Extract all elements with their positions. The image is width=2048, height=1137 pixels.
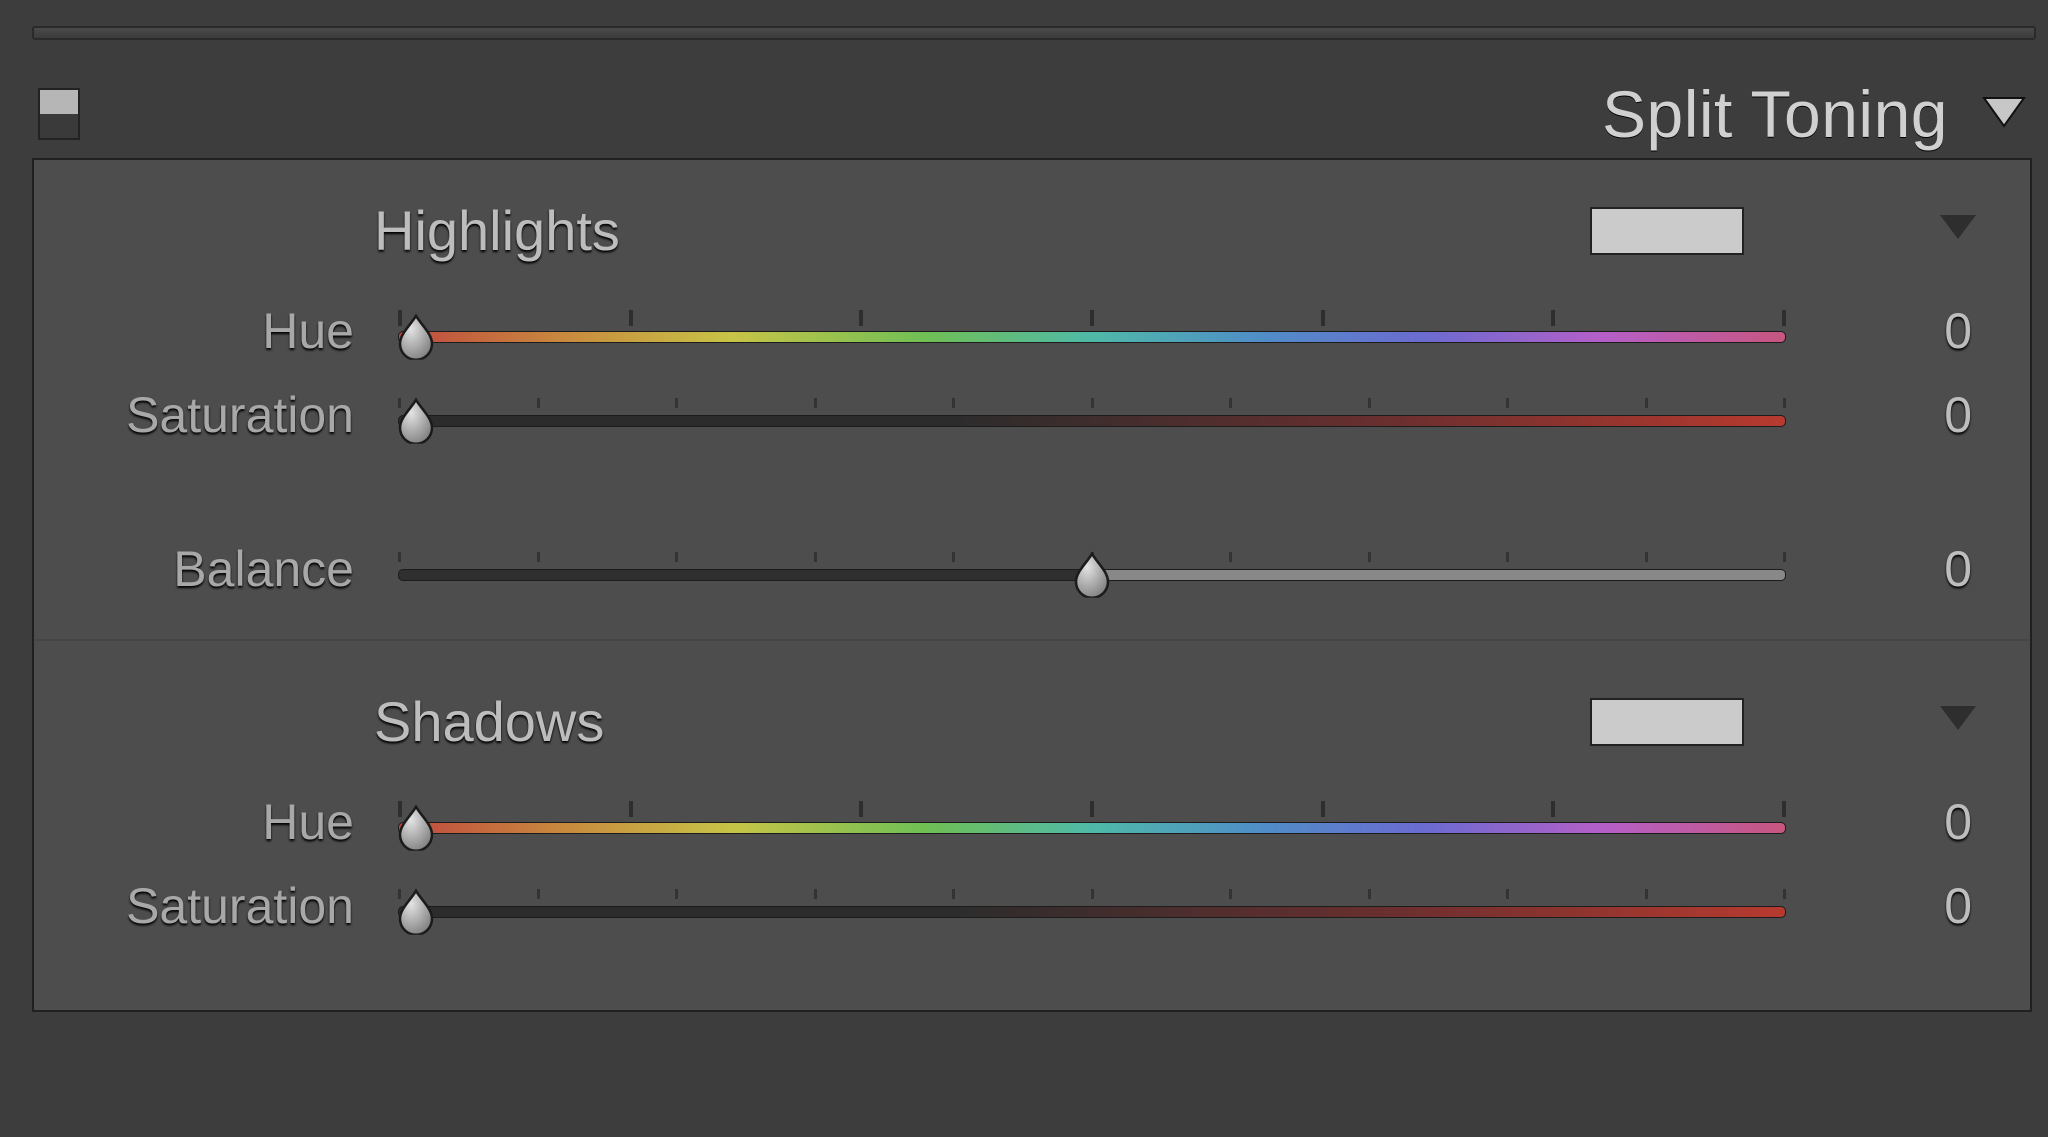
- highlights-hue-label: Hue: [74, 302, 374, 360]
- highlights-hue-knob[interactable]: [392, 312, 440, 360]
- shadows-section-header: Shadows: [74, 689, 1990, 754]
- shadows-hue-knob[interactable]: [392, 803, 440, 851]
- highlights-hue-value[interactable]: 0: [1810, 302, 1990, 360]
- split-toning-panel: Highlights Hue: [32, 158, 2032, 1012]
- shadows-saturation-value[interactable]: 0: [1810, 877, 1990, 935]
- shadows-saturation-slider[interactable]: [398, 883, 1786, 929]
- shadows-saturation-row: Saturation 0: [74, 864, 1990, 948]
- split-toning-panel-header: Split Toning: [32, 76, 2032, 158]
- highlights-saturation-slider[interactable]: [398, 392, 1786, 438]
- shadows-saturation-knob[interactable]: [392, 887, 440, 935]
- panel-divider: [32, 26, 2036, 40]
- balance-knob[interactable]: [1068, 550, 1116, 598]
- highlights-saturation-value[interactable]: 0: [1810, 386, 1990, 444]
- shadows-hue-value[interactable]: 0: [1810, 793, 1990, 851]
- balance-slider[interactable]: [398, 546, 1786, 592]
- shadows-disclosure-icon[interactable]: [1938, 704, 1990, 739]
- highlights-color-swatch[interactable]: [1590, 207, 1744, 255]
- highlights-saturation-label: Saturation: [74, 386, 374, 444]
- shadows-hue-label: Hue: [74, 793, 374, 851]
- highlights-disclosure-icon[interactable]: [1938, 213, 1990, 248]
- highlights-saturation-knob[interactable]: [392, 396, 440, 444]
- shadows-hue-slider[interactable]: [398, 799, 1786, 845]
- balance-row: Balance 0: [74, 527, 1990, 611]
- section-separator: [34, 639, 2030, 641]
- highlights-hue-row: Hue 0: [74, 289, 1990, 373]
- panel-enable-toggle[interactable]: [38, 88, 80, 140]
- highlights-label: Highlights: [374, 198, 1590, 263]
- highlights-saturation-row: Saturation 0: [74, 373, 1990, 457]
- panel-disclosure-icon[interactable]: [1982, 96, 2026, 132]
- shadows-hue-row: Hue 0: [74, 780, 1990, 864]
- balance-label: Balance: [74, 540, 374, 598]
- shadows-color-swatch[interactable]: [1590, 698, 1744, 746]
- balance-value[interactable]: 0: [1810, 540, 1990, 598]
- shadows-saturation-label: Saturation: [74, 877, 374, 935]
- shadows-label: Shadows: [374, 689, 1590, 754]
- highlights-section-header: Highlights: [74, 198, 1990, 263]
- highlights-hue-slider[interactable]: [398, 308, 1786, 354]
- panel-title: Split Toning: [1602, 76, 1948, 152]
